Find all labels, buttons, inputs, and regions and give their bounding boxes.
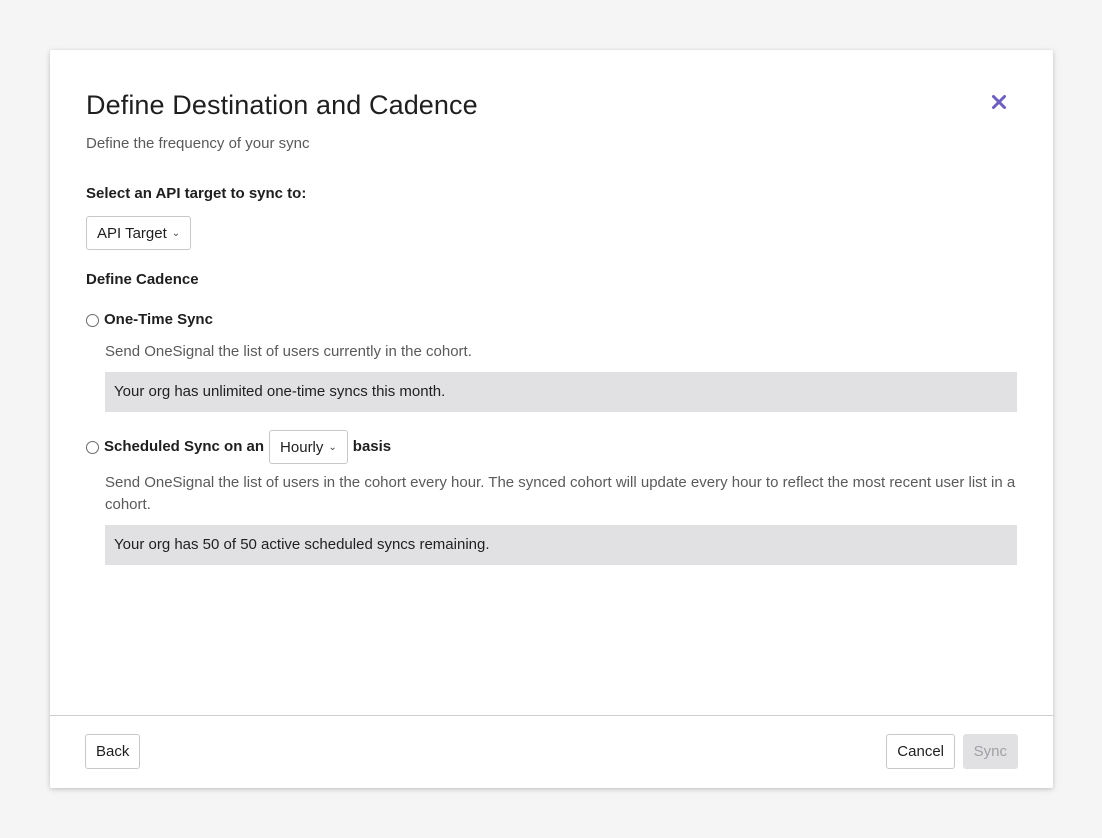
chevron-down-icon: ⌄ xyxy=(171,228,181,239)
scheduled-sync-description: Send OneSignal the list of users in the … xyxy=(105,474,1016,513)
api-target-selected: API Target xyxy=(97,225,167,242)
scheduled-sync-radio[interactable] xyxy=(86,440,99,454)
modal-body: Define Destination and Cadence Define th… xyxy=(86,86,1017,565)
one-time-sync-option[interactable]: One-Time Sync xyxy=(86,310,1017,330)
frequency-dropdown[interactable]: Hourly ⌄ xyxy=(269,430,348,464)
cadence-label: Define Cadence xyxy=(86,271,199,288)
sync-button[interactable]: Sync xyxy=(962,734,1018,769)
modal-footer: Back Cancel Sync xyxy=(50,715,1053,788)
close-icon[interactable] xyxy=(991,94,1007,110)
back-button[interactable]: Back xyxy=(85,734,141,769)
scheduled-sync-note: Your org has 50 of 50 active scheduled s… xyxy=(105,525,1017,565)
frequency-selected: Hourly xyxy=(280,439,324,456)
chevron-down-icon: ⌄ xyxy=(328,442,337,453)
api-target-label: Select an API target to sync to: xyxy=(86,185,307,202)
one-time-sync-description: Send OneSignal the list of users current… xyxy=(105,343,472,360)
scheduled-sync-label-prefix: Scheduled Sync on an xyxy=(104,438,265,455)
sync-modal: Define Destination and Cadence Define th… xyxy=(50,50,1053,788)
scheduled-sync-label-suffix: basis xyxy=(352,438,392,455)
one-time-sync-note: Your org has unlimited one-time syncs th… xyxy=(105,372,1017,412)
one-time-sync-radio[interactable] xyxy=(86,313,99,327)
cancel-button[interactable]: Cancel xyxy=(886,734,955,769)
one-time-sync-label: One-Time Sync xyxy=(104,311,213,328)
api-target-dropdown[interactable]: API Target ⌄ xyxy=(86,216,192,250)
scheduled-sync-option[interactable]: Scheduled Sync on an Hourly ⌄ basis xyxy=(86,430,1017,464)
modal-title: Define Destination and Cadence xyxy=(86,90,478,120)
modal-subtitle: Define the frequency of your sync xyxy=(86,135,310,152)
